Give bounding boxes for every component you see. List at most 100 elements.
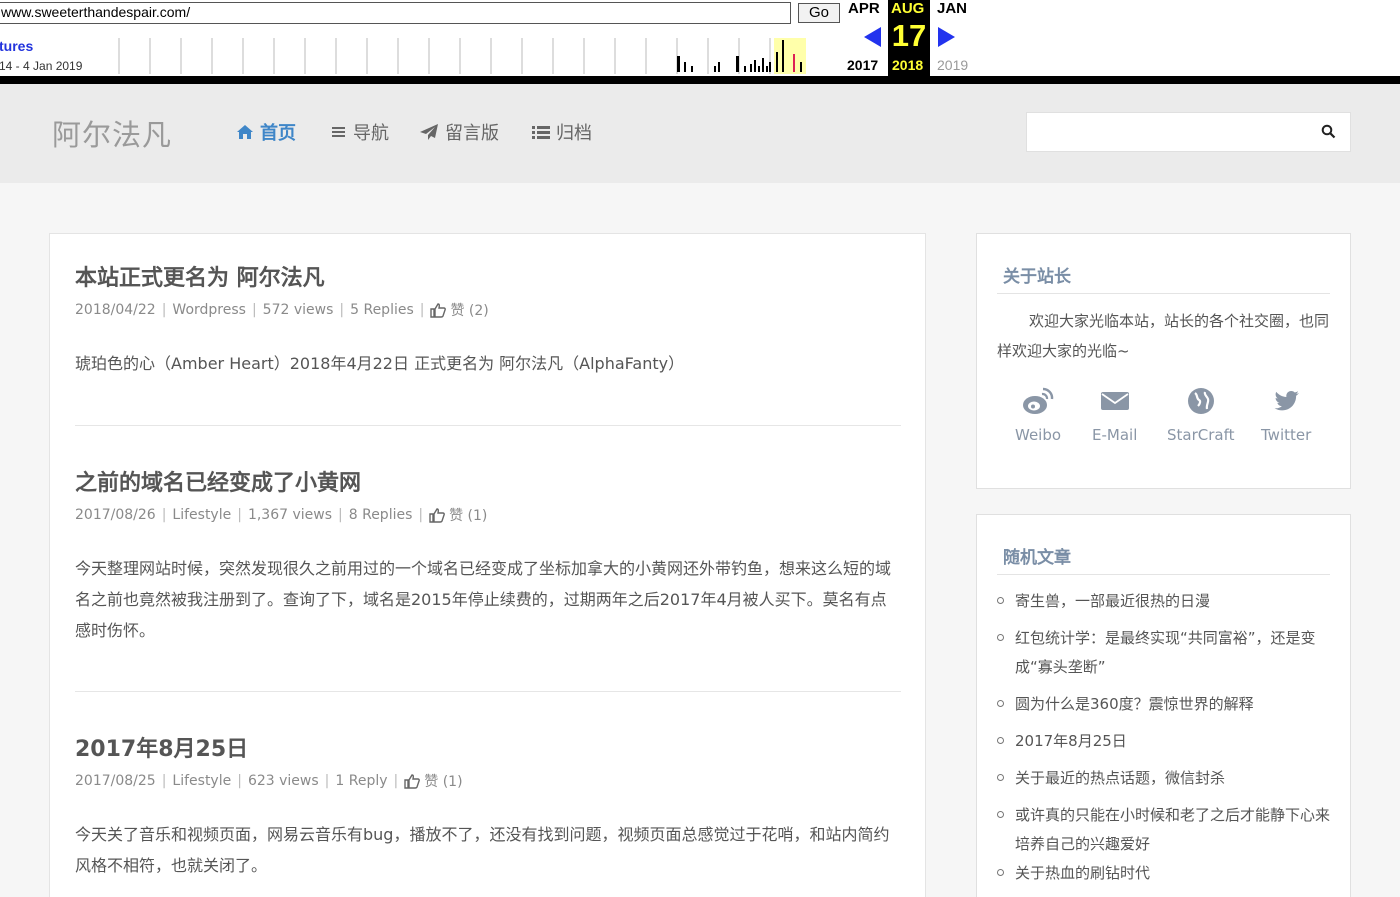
post-views: 623 views <box>247 773 319 789</box>
home-icon <box>237 125 253 139</box>
wayback-url-input[interactable]: www.sweeterthandespair.com/ <box>0 2 791 24</box>
social-label: E-Mail <box>1092 426 1138 444</box>
twitter-icon <box>1274 391 1300 411</box>
email-icon <box>1100 392 1129 410</box>
nav-item-label: 归档 <box>556 123 592 144</box>
wayback-sparkline[interactable] <box>88 38 810 74</box>
about-widget: 关于站长 欢迎大家光临本站，站长的各个社交圈，也同样欢迎大家的光临~ Weibo… <box>976 233 1351 489</box>
post-category[interactable]: Wordpress <box>172 302 246 318</box>
nav-item-guestbook[interactable]: 留言版 <box>419 119 499 145</box>
wayback-captures-link[interactable]: tures <box>0 38 33 54</box>
post-views: 1,367 views <box>247 507 333 523</box>
wayback-current-year: 2018 <box>892 57 924 73</box>
post-meta: 2018/04/22 | Wordpress | 572 views | 5 Repl… <box>75 300 489 320</box>
post-title[interactable]: 之前的域名已经变成了小黄网 <box>75 465 901 497</box>
random-post-link[interactable]: 或许真的只能在小时候和老了之后才能静下心来培养自己的兴趣爱好 <box>997 801 1332 859</box>
post-category[interactable]: Lifestyle <box>172 507 231 523</box>
random-post-link[interactable]: 2017年8月25日 <box>997 727 1332 756</box>
random-posts-title: 随机文章 <box>1003 548 1071 568</box>
nav-item-label: 首页 <box>260 123 296 144</box>
social-link-email[interactable]: E-Mail <box>1092 386 1137 444</box>
random-post-link[interactable]: 寄生兽，一部最近很热的日漫 <box>997 587 1332 616</box>
thumbs-up-icon[interactable] <box>430 302 447 318</box>
post-divider <box>75 425 901 426</box>
thumbs-up-icon[interactable] <box>404 773 421 789</box>
post-list: 本站正式更名为 阿尔法凡 2018/04/22 | Wordpress | 572 … <box>49 233 926 897</box>
random-posts-list: 寄生兽，一部最近很热的日漫 红包统计学：是最终实现“共同富裕”，还是变成“寡头垄… <box>997 587 1332 888</box>
post-excerpt: 琥珀色的心（Amber Heart）2018年4月22日 正式更名为 阿尔法凡（… <box>75 354 685 373</box>
random-posts-widget: 随机文章 寄生兽，一部最近很热的日漫 红包统计学：是最终实现“共同富裕”，还是变… <box>976 514 1351 897</box>
site-logo[interactable]: 阿尔法凡 <box>52 112 172 154</box>
wayback-date-range: 14 - 4 Jan 2019 <box>0 59 83 73</box>
random-post-link[interactable]: 关于最近的热点话题，微信封杀 <box>997 764 1332 793</box>
random-post-link[interactable]: 红包统计学：是最终实现“共同富裕”，还是变成“寡头垄断” <box>997 624 1332 682</box>
post-excerpt: 今天关了音乐和视频页面，网易云音乐有bug，播放不了，还没有找到问题，视频页面总… <box>75 825 890 875</box>
social-link-starcraft[interactable]: StarCraft <box>1167 386 1235 444</box>
post-replies[interactable]: 1 Reply <box>335 773 387 789</box>
post-meta: 2017/08/25 | Lifestyle | 623 views | 1 Repl… <box>75 771 463 791</box>
wayback-next-arrow-icon[interactable] <box>938 27 955 47</box>
post-item: 2017年8月25日 2017/08/25 | Lifestyle | 623 vi… <box>75 731 901 881</box>
about-text: 欢迎大家光临本站，站长的各个社交圈，也同样欢迎大家的光临~ <box>997 312 1330 360</box>
wayback-go-button[interactable]: Go <box>798 3 840 23</box>
post-category[interactable]: Lifestyle <box>172 773 231 789</box>
wayback-current-month: AUG <box>891 0 925 17</box>
weibo-icon <box>1023 387 1054 414</box>
search-icon[interactable] <box>1321 124 1336 139</box>
list-icon <box>532 126 550 139</box>
random-post-link[interactable]: 关于热血的刷钻时代 <box>997 859 1332 888</box>
social-label: Weibo <box>1015 426 1062 444</box>
bullet-icon <box>997 700 1004 707</box>
social-link-weibo[interactable]: Weibo <box>1015 386 1061 444</box>
about-widget-title: 关于站长 <box>1003 267 1071 287</box>
random-post-link[interactable]: 圆为什么是360度？震惊世界的解释 <box>997 690 1332 719</box>
search-input[interactable] <box>1026 112 1351 152</box>
bullet-icon <box>997 634 1004 641</box>
paper-plane-icon <box>420 124 438 140</box>
post-replies[interactable]: 5 Replies <box>350 302 414 318</box>
nav-item-archive[interactable]: 归档 <box>532 119 592 145</box>
wayback-next-month[interactable]: JAN <box>937 0 967 17</box>
globe-icon <box>1187 388 1214 414</box>
post-item: 之前的域名已经变成了小黄网 2017/08/26 | Lifestyle | 1,3… <box>75 465 901 646</box>
post-likes[interactable]: 赞 (1) <box>449 505 487 525</box>
nav-item-label: 留言版 <box>445 123 499 144</box>
post-meta: 2017/08/26 | Lifestyle | 1,367 views | 8 Re… <box>75 505 488 525</box>
post-date: 2017/08/26 <box>75 507 156 523</box>
post-excerpt: 今天整理网站时候，突然发现很久之前用过的一个域名已经变成了坐标加拿大的小黄网还外… <box>75 559 892 640</box>
wayback-current-day: 17 <box>891 18 927 53</box>
post-divider <box>75 691 901 692</box>
bullet-icon <box>997 737 1004 744</box>
wayback-calendar: APR AUG JAN 17 2017 2018 2019 <box>840 0 980 76</box>
social-link-twitter[interactable]: Twitter <box>1261 386 1311 444</box>
post-title[interactable]: 本站正式更名为 阿尔法凡 <box>75 260 901 292</box>
post-date: 2017/08/25 <box>75 773 156 789</box>
post-item: 本站正式更名为 阿尔法凡 2018/04/22 | Wordpress | 572 … <box>75 260 901 379</box>
nav-item-guide[interactable]: 导航 <box>331 119 389 145</box>
post-likes[interactable]: 赞 (2) <box>450 300 488 320</box>
bullet-icon <box>997 811 1004 818</box>
nav-item-home[interactable]: 首页 <box>236 119 296 145</box>
post-views: 572 views <box>262 302 334 318</box>
wayback-prev-year[interactable]: 2017 <box>847 57 878 73</box>
post-replies[interactable]: 8 Replies <box>349 507 413 523</box>
post-likes[interactable]: 赞 (1) <box>424 771 462 791</box>
social-label: StarCraft <box>1167 426 1235 444</box>
bullet-icon <box>997 869 1004 876</box>
widget-title-rule <box>997 574 1330 575</box>
site-header: 阿尔法凡 首页 导航 留言版 归档 <box>0 84 1400 183</box>
menu-icon <box>332 127 345 137</box>
post-date: 2018/04/22 <box>75 302 156 318</box>
wayback-prev-month[interactable]: APR <box>848 0 880 17</box>
bullet-icon <box>997 597 1004 604</box>
wayback-next-year: 2019 <box>937 57 969 73</box>
nav-item-label: 导航 <box>353 123 389 144</box>
thumbs-up-icon[interactable] <box>429 507 446 523</box>
bullet-icon <box>997 774 1004 781</box>
wayback-toolbar: www.sweeterthandespair.com/ Go tures 14 … <box>0 0 1400 84</box>
wayback-prev-arrow-icon[interactable] <box>864 27 881 47</box>
widget-title-rule <box>997 293 1330 294</box>
post-title[interactable]: 2017年8月25日 <box>75 731 901 763</box>
social-label: Twitter <box>1261 426 1312 444</box>
wayback-toolbar-border <box>0 76 1400 84</box>
